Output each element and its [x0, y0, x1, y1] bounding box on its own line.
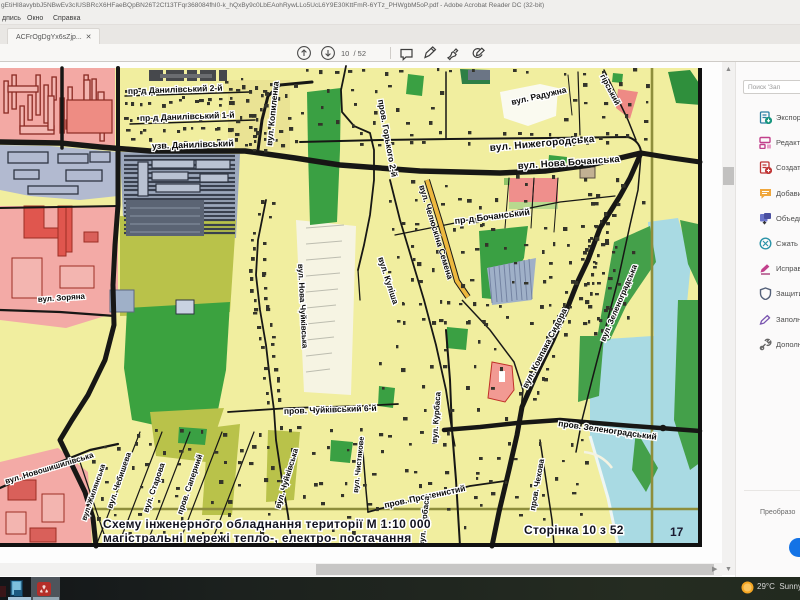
svg-text:магістральні мережі тепло-, ел: магістральні мережі тепло-, електро- пос… — [103, 531, 412, 545]
svg-text:17: 17 — [670, 525, 684, 539]
svg-text:Схему інженерного обладнання т: Схему інженерного обладнання території М… — [103, 517, 431, 531]
svg-text:Сторінка 10 з 52: Сторінка 10 з 52 — [524, 523, 624, 537]
